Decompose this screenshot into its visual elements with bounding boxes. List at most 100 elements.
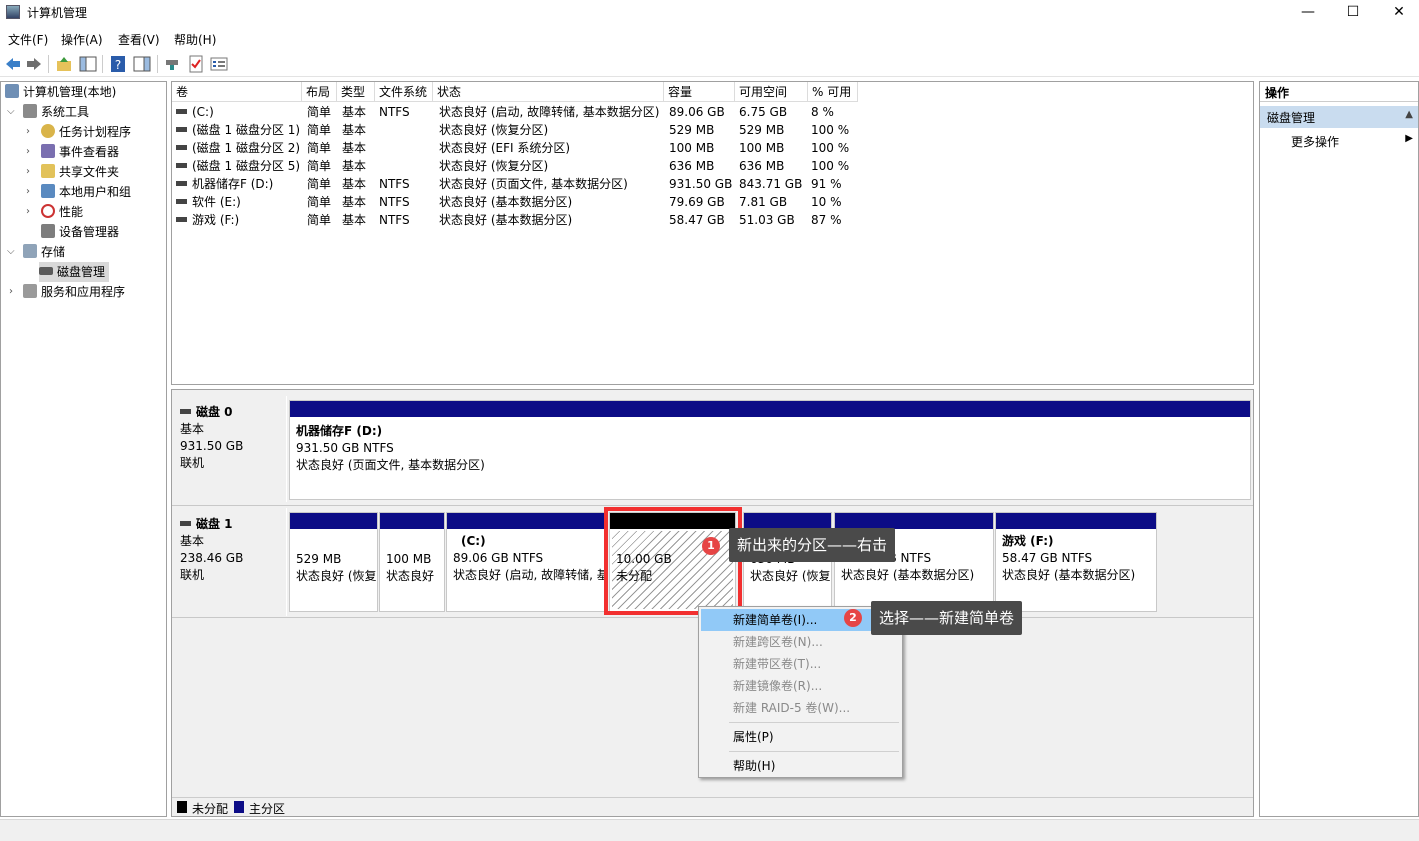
partition-info: (C:) 89.06 GB NTFS 状态良好 (启动, 故障转储, 基 xyxy=(453,534,606,582)
menu-item-new-mirrored-volume[interactable]: 新建镜像卷(R)... xyxy=(701,675,900,697)
tree-label: 共享文件夹 xyxy=(59,165,120,179)
menu-item-help[interactable]: 帮助(H) xyxy=(701,755,900,777)
table-cell: 636 MB xyxy=(739,157,784,175)
tree-item-disk-management[interactable]: 磁盘管理 xyxy=(39,262,110,282)
disk1-title: 磁盘 1 xyxy=(180,516,286,533)
menu-action[interactable]: 操作(A) xyxy=(61,31,103,48)
menu-item-new-raid5-volume[interactable]: 新建 RAID-5 卷(W)... xyxy=(701,697,900,719)
menu-separator xyxy=(729,751,899,752)
partition-recovery-5[interactable]: 636 MB状态良好 (恢复 xyxy=(743,512,832,612)
minimize-button[interactable]: — xyxy=(1285,0,1331,26)
table-cell: 状态良好 (页面文件, 基本数据分区) xyxy=(439,175,628,193)
table-cell: 58.47 GB xyxy=(669,211,725,229)
tree-label: 存储 xyxy=(41,245,66,259)
cell-text: 状态良好 (基本数据分区) xyxy=(439,195,573,209)
show-action-pane-icon[interactable] xyxy=(133,55,151,73)
cell-text: 基本 xyxy=(342,213,367,227)
partition-e[interactable]: 软件79.69 GB NTFS状态良好 (基本数据分区) xyxy=(834,512,994,612)
table-cell: NTFS xyxy=(379,175,410,193)
tree-item-computer-management[interactable]: 计算机管理(本地) xyxy=(5,82,116,102)
chevron-right-icon[interactable]: › xyxy=(26,206,30,217)
cell-text: 636 MB xyxy=(669,159,715,173)
more-actions[interactable]: 更多操作 ▶ xyxy=(1260,131,1418,151)
table-cell: 8 % xyxy=(811,103,834,121)
up-folder-icon[interactable] xyxy=(55,55,73,73)
table-cell: 状态良好 (恢复分区) xyxy=(439,157,548,175)
disk0-header[interactable]: 磁盘 0 基本 931.50 GB 联机 xyxy=(172,396,287,502)
table-cell: 10 % xyxy=(811,193,842,211)
chevron-right-icon[interactable]: › xyxy=(26,146,30,157)
table-cell: 状态良好 (启动, 故障转储, 基本数据分区) xyxy=(439,103,659,121)
cell-text: 100 MB xyxy=(669,141,715,155)
maximize-button[interactable]: ☐ xyxy=(1330,0,1376,26)
column-header-layout[interactable]: 布局 xyxy=(302,82,337,102)
cell-text: (C:) xyxy=(192,105,214,119)
cell-text: 100 MB xyxy=(739,141,785,155)
annotation-highlight-box xyxy=(604,507,742,615)
table-cell: 状态良好 (基本数据分区) xyxy=(439,211,572,229)
column-header-free-space[interactable]: 可用空间 xyxy=(735,82,808,102)
tree-item-storage[interactable]: 存储 xyxy=(23,242,65,262)
column-header-type[interactable]: 类型 xyxy=(337,82,375,102)
menu-item-new-spanned-volume[interactable]: 新建跨区卷(N)... xyxy=(701,631,900,653)
disk1-type: 基本 xyxy=(180,534,205,548)
cell-text: 状态良好 (页面文件, 基本数据分区) xyxy=(439,177,628,191)
table-cell: (磁盘 1 磁盘分区 1) xyxy=(176,121,300,139)
collapse-up-icon: ▲ xyxy=(1405,109,1413,120)
chevron-right-icon[interactable]: › xyxy=(26,126,30,137)
legend-unallocated-label: 未分配 xyxy=(192,802,229,816)
partition-d[interactable]: 机器储存F (D:) 931.50 GB NTFS 状态良好 (页面文件, 基本数据… xyxy=(289,400,1251,500)
connect-icon[interactable] xyxy=(163,55,181,73)
show-hide-console-tree-icon[interactable] xyxy=(79,55,97,73)
menu-item-properties[interactable]: 属性(P) xyxy=(701,726,900,748)
back-arrow-icon[interactable] xyxy=(4,55,22,73)
menu-help[interactable]: 帮助(H) xyxy=(174,31,216,48)
checklist-icon[interactable] xyxy=(187,55,205,73)
cell-text: 10 % xyxy=(811,195,842,209)
column-header-filesystem[interactable]: 文件系统 xyxy=(375,82,433,102)
cell-text: (磁盘 1 磁盘分区 5) xyxy=(192,159,301,173)
tree-item-task-scheduler[interactable]: 任务计划程序 xyxy=(41,122,131,142)
partition-recovery-1[interactable]: 529 MB 状态良好 (恢复 xyxy=(289,512,378,612)
cell-text: 基本 xyxy=(342,141,367,155)
tree-item-local-users[interactable]: 本地用户和组 xyxy=(41,182,131,202)
column-header-capacity[interactable]: 容量 xyxy=(664,82,735,102)
close-button[interactable]: ✕ xyxy=(1376,0,1419,26)
partition-f[interactable]: 游戏 (F:) 58.47 GB NTFS 状态良好 (基本数据分区) xyxy=(995,512,1157,612)
tree-item-device-manager[interactable]: 设备管理器 xyxy=(41,222,119,242)
column-header-percent-free[interactable]: % 可用 xyxy=(808,82,858,102)
partition-c[interactable]: (C:) 89.06 GB NTFS 状态良好 (启动, 故障转储, 基 xyxy=(446,512,608,612)
chevron-right-icon[interactable]: › xyxy=(26,166,30,177)
volume-icon xyxy=(176,181,187,186)
column-header-volume[interactable]: 卷 xyxy=(172,82,302,102)
menu-file[interactable]: 文件(F) xyxy=(8,31,48,48)
menu-item-new-striped-volume[interactable]: 新建带区卷(T)... xyxy=(701,653,900,675)
properties-list-icon[interactable] xyxy=(210,55,228,73)
window-title: 计算机管理 xyxy=(27,6,88,20)
chevron-down-icon[interactable]: ⌵ xyxy=(7,106,15,117)
cell-text: (磁盘 1 磁盘分区 2) xyxy=(192,141,301,155)
table-cell: 基本 xyxy=(342,211,366,229)
column-header-status[interactable]: 状态 xyxy=(433,82,664,102)
tree-item-system-tools[interactable]: 系统工具 xyxy=(23,102,89,122)
cell-text: 91 % xyxy=(811,177,842,191)
actions-section-disk-management[interactable]: 磁盘管理 ▲ xyxy=(1260,106,1418,128)
menu-view[interactable]: 查看(V) xyxy=(118,31,160,48)
help-icon[interactable]: ? xyxy=(109,55,127,73)
tree-label: 事件查看器 xyxy=(59,145,120,159)
chevron-right-icon[interactable]: › xyxy=(9,286,13,297)
tree-item-performance[interactable]: 性能 xyxy=(41,202,83,222)
partition-efi[interactable]: 100 MB 状态良好 xyxy=(379,512,445,612)
tree-item-event-viewer[interactable]: 事件查看器 xyxy=(41,142,119,162)
table-cell: 简单 xyxy=(307,211,331,229)
forward-arrow-icon[interactable] xyxy=(25,55,43,73)
chevron-down-icon[interactable]: ⌵ xyxy=(7,246,15,257)
cell-text: NTFS xyxy=(379,105,410,119)
chevron-right-icon[interactable]: › xyxy=(26,186,30,197)
tree-label: 系统工具 xyxy=(41,105,90,119)
disk1-header[interactable]: 磁盘 1 基本 238.46 GB 联机 xyxy=(172,508,287,616)
disk0-size: 931.50 GB xyxy=(180,439,244,453)
tree-item-shared-folders[interactable]: 共享文件夹 xyxy=(41,162,119,182)
tree-item-services-apps[interactable]: 服务和应用程序 xyxy=(23,282,125,302)
table-cell: 基本 xyxy=(342,139,366,157)
